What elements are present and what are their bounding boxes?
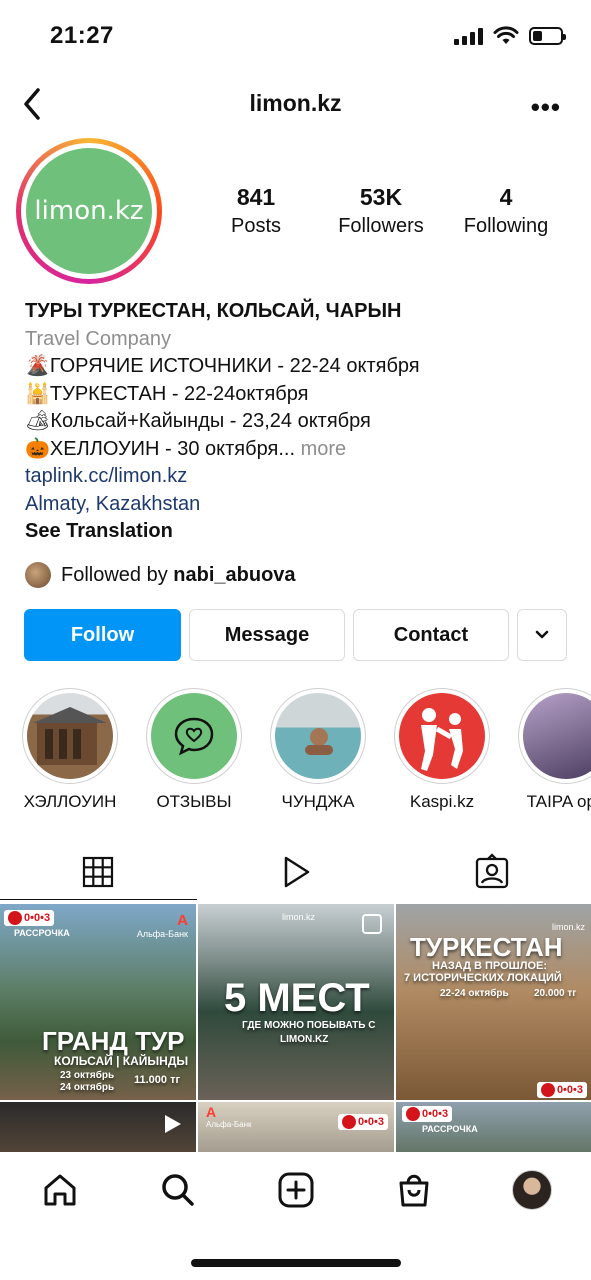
stat-following[interactable]: 4 Following: [446, 184, 566, 238]
see-translation-link[interactable]: See Translation: [25, 518, 575, 546]
status-time: 21:27: [50, 22, 114, 49]
post-thumbnail[interactable]: 0•0•3 РАССРОЧКА: [396, 1102, 591, 1152]
carousel-icon: [362, 914, 382, 934]
grid-icon[interactable]: [78, 852, 118, 892]
mosque-icon: 🕌: [25, 382, 50, 405]
highlight-label: ХЭЛЛОУИН: [23, 792, 117, 811]
profile-avatar-icon[interactable]: [512, 1170, 552, 1210]
stat-value: 841: [236, 184, 276, 210]
bio-line: 🕌ТУРКЕСТАН - 22-24октября: [25, 382, 309, 405]
follower-username: nabi_abuova: [173, 563, 296, 586]
highlight-kaspi[interactable]: Kaspi.kz: [382, 688, 502, 812]
stat-posts[interactable]: 841 Posts: [196, 184, 316, 238]
installment-badge: 0•0•3: [536, 1082, 587, 1098]
stat-value: 4: [499, 184, 513, 210]
more-options-icon[interactable]: •••: [531, 92, 561, 123]
status-bar: 21:27: [0, 0, 591, 76]
installment-badge: 0•0•3: [402, 1106, 453, 1122]
tagged-icon[interactable]: [472, 852, 512, 892]
stat-label: Followers: [338, 215, 424, 237]
profile-header: limon.kz •••: [0, 80, 591, 130]
bio-line: 🏕Кольсай+Кайынды - 23,24 октября: [25, 410, 371, 432]
highlight-cover: [275, 693, 361, 779]
profile-bio: ТУРЫ ТУРКЕСТАН, КОЛЬСАЙ, ЧАРЫН Travel Co…: [25, 298, 575, 546]
highlight-chundzha[interactable]: ЧУНДЖА: [258, 688, 378, 812]
highlight-reviews[interactable]: ОТЗЫВЫ: [134, 688, 254, 812]
pumpkin-icon: 🎃: [25, 437, 50, 460]
chat-heart-icon: [174, 717, 214, 756]
highlight-cover: [27, 693, 113, 779]
profile-avatar[interactable]: limon.kz: [16, 138, 162, 284]
shop-bag-icon[interactable]: [394, 1170, 434, 1210]
highlight-cover: [523, 693, 591, 779]
post-thumbnail[interactable]: limon.kz 5 МЕСТ ГДЕ МОЖНО ПОБЫВАТЬ С LIM…: [198, 904, 394, 1100]
story-highlights: ХЭЛЛОУИН ОТЗЫВЫ ЧУНДЖА Kaspi.kz TAIPA op…: [0, 688, 591, 818]
reel-play-icon: [165, 1115, 181, 1133]
contact-button[interactable]: Contact: [353, 609, 509, 661]
bio-line: 🌋ГОРЯЧИЕ ИСТОЧНИКИ - 22-24 октября: [25, 355, 420, 377]
profile-actions: Follow Message Contact: [24, 609, 567, 661]
highlight-label: Kaspi.kz: [409, 792, 475, 811]
post-thumbnail[interactable]: limon.kz ТУРКЕСТАН НАЗАД В ПРОШЛОЕ: 7 ИС…: [396, 904, 591, 1100]
profile-stats: 841 Posts 53K Followers 4 Following: [196, 184, 566, 238]
highlight-label: TAIPA ope: [526, 792, 591, 811]
bio-line: 🎃ХЕЛЛОУИН - 30 октября... more: [25, 437, 347, 460]
bank-logo: A Альфа-Банк: [206, 1104, 252, 1129]
wifi-icon: [493, 26, 519, 44]
bio-website-link[interactable]: taplink.cc/limon.kz: [25, 463, 575, 491]
camping-icon: 🏕: [25, 410, 51, 432]
followed-by[interactable]: Followed by nabi_abuova: [25, 562, 296, 588]
post-thumbnail[interactable]: [0, 1102, 196, 1152]
follow-button[interactable]: Follow: [24, 609, 181, 661]
highlight-label: ЧУНДЖА: [281, 792, 355, 811]
bio-more-link[interactable]: more: [301, 438, 347, 460]
installment-badge: 0•0•3: [4, 910, 55, 926]
highlight-label: ОТЗЫВЫ: [156, 792, 232, 811]
search-icon[interactable]: [158, 1170, 198, 1210]
post-thumbnail[interactable]: 0•0•3 РАССРОЧКА A Альфа-Банк ГРАНД ТУР КО…: [0, 904, 196, 1100]
profile-tabs: [0, 840, 591, 900]
create-post-icon[interactable]: [276, 1170, 316, 1210]
highlight-cover: [151, 693, 237, 779]
bio-category: Travel Company: [25, 327, 171, 350]
stat-value: 53K: [359, 184, 403, 210]
volcano-icon: 🌋: [25, 355, 50, 377]
home-indicator: [191, 1259, 401, 1267]
installment-badge: 0•0•3: [337, 1114, 388, 1130]
bio-name: ТУРЫ ТУРКЕСТАН, КОЛЬСАЙ, ЧАРЫН: [25, 300, 402, 322]
profile-username: limon.kz: [249, 90, 342, 116]
stat-label: Posts: [230, 215, 282, 237]
bottom-navigation: [0, 1156, 591, 1226]
bio-location-link[interactable]: Almaty, Kazakhstan: [25, 491, 575, 519]
posts-grid: 0•0•3 РАССРОЧКА A Альфа-Банк ГРАНД ТУР КО…: [0, 904, 591, 1152]
stat-followers[interactable]: 53K Followers: [321, 184, 441, 238]
avatar-logo: limon.kz: [26, 148, 152, 274]
bank-logo: A Альфа-Банк: [136, 912, 188, 939]
post-thumbnail[interactable]: A Альфа-Банк 0•0•3: [198, 1102, 394, 1152]
battery-icon: [529, 27, 566, 45]
reels-play-icon[interactable]: [276, 852, 316, 892]
highlight-taipa[interactable]: TAIPA ope: [506, 688, 591, 812]
cellular-signal-icon: [454, 27, 483, 45]
active-tab-indicator: [0, 899, 197, 900]
status-icons: [454, 26, 566, 46]
home-icon[interactable]: [40, 1170, 80, 1210]
highlight-halloween[interactable]: ХЭЛЛОУИН: [10, 688, 130, 812]
highlight-cover: [399, 693, 485, 779]
stat-label: Following: [463, 215, 549, 237]
follower-avatar: [25, 562, 51, 588]
suggested-toggle-button[interactable]: [517, 609, 567, 661]
chevron-down-icon: [535, 630, 549, 639]
message-button[interactable]: Message: [189, 609, 345, 661]
